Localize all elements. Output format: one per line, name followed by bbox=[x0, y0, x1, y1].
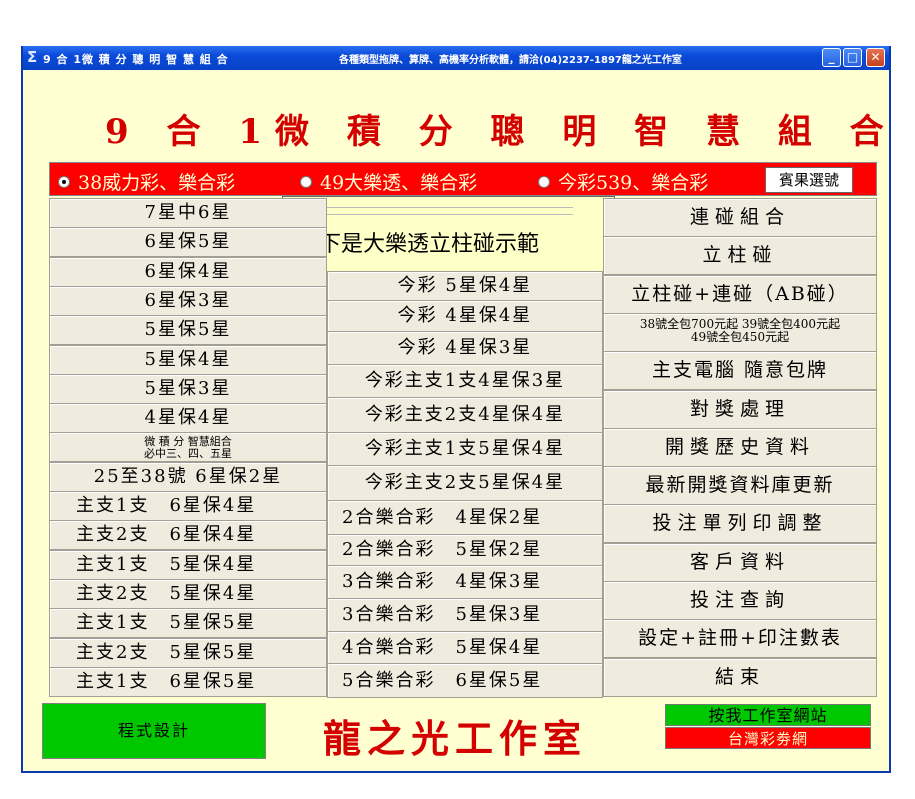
radio-38-power[interactable]: 38威力彩、樂合彩 bbox=[58, 168, 235, 194]
radio-label: 38威力彩、樂合彩 bbox=[78, 172, 236, 194]
maximize-icon: □ bbox=[846, 50, 859, 64]
app-window: Σ 9 合 1微 積 分 聰 明 智 慧 組 合 各種類型拖牌、算牌、高機率分析… bbox=[21, 46, 891, 773]
button-col1-2[interactable]: 6星保4星 bbox=[49, 257, 327, 287]
button-col1-3[interactable]: 6星保3星 bbox=[49, 286, 327, 316]
popup-text: 以下是大樂透立柱碰示範 bbox=[297, 232, 540, 257]
radio-539[interactable]: 今彩539、樂合彩 bbox=[538, 168, 708, 194]
program-design-button[interactable]: 程式設計 bbox=[42, 703, 266, 759]
demo-popup: 以下是大樂透立柱碰示範 bbox=[282, 196, 615, 275]
button-col3-6[interactable]: 開獎歷史資料 bbox=[603, 428, 877, 467]
radio-49-lotto[interactable]: 49大樂透、樂合彩 bbox=[300, 168, 477, 194]
button-col3-2[interactable]: 立柱碰+連碰（AB碰） bbox=[603, 275, 877, 314]
minimize-icon: _ bbox=[828, 50, 835, 64]
button-col1-7[interactable]: 4星保4星 bbox=[49, 403, 327, 433]
minimize-button[interactable]: _ bbox=[822, 48, 841, 67]
window-title: 9 合 1微 積 分 聰 明 智 慧 組 合 bbox=[43, 53, 229, 66]
result-select-button[interactable]: 賓果選號 bbox=[765, 167, 853, 193]
title-bar[interactable]: Σ 9 合 1微 積 分 聰 明 智 慧 組 合 各種類型拖牌、算牌、高機率分析… bbox=[23, 46, 889, 70]
button-col2-2[interactable]: 今彩 4星保3星 bbox=[327, 331, 603, 365]
button-col3-7[interactable]: 最新開獎資料庫更新 bbox=[603, 466, 877, 505]
button-col2-0[interactable]: 今彩 5星保4星 bbox=[327, 271, 603, 301]
lottery-type-bar: 38威力彩、樂合彩 49大樂透、樂合彩 今彩539、樂合彩 賓果選號 bbox=[49, 162, 877, 196]
button-col1-4[interactable]: 5星保5星 bbox=[49, 315, 327, 345]
button-col2-8[interactable]: 2合樂合彩 5星保2星 bbox=[327, 534, 603, 566]
studio-name: 龍之光工作室 bbox=[323, 716, 588, 761]
button-col2-7[interactable]: 2合樂合彩 4星保2星 bbox=[327, 500, 603, 535]
radio-icon bbox=[538, 176, 550, 188]
lottery-website-link[interactable]: 台灣彩劵網 bbox=[665, 727, 871, 749]
button-col1-5[interactable]: 5星保4星 bbox=[49, 345, 327, 375]
button-col3-3[interactable]: 38號全包700元起 39號全包400元起 49號全包450元起 bbox=[603, 313, 877, 352]
button-col1-13[interactable]: 主支2支 5星保4星 bbox=[49, 579, 327, 609]
button-col2-10[interactable]: 3合樂合彩 5星保3星 bbox=[327, 598, 603, 632]
button-col3-8[interactable]: 投注單列印調整 bbox=[603, 504, 877, 543]
radio-icon bbox=[300, 176, 312, 188]
radio-label: 49大樂透、樂合彩 bbox=[320, 172, 478, 194]
popup-decoration bbox=[323, 207, 573, 215]
button-col3-0[interactable]: 連碰組合 bbox=[603, 198, 877, 237]
maximize-button[interactable]: □ bbox=[843, 48, 862, 67]
button-col1-1[interactable]: 6星保5星 bbox=[49, 227, 327, 257]
button-col1-12[interactable]: 主支1支 5星保4星 bbox=[49, 550, 327, 580]
button-label-line: 49號全包450元起 bbox=[690, 330, 790, 344]
button-col2-3[interactable]: 今彩主支1支4星保3星 bbox=[327, 364, 603, 398]
button-col3-5[interactable]: 對獎處理 bbox=[603, 390, 877, 429]
button-col1-6[interactable]: 5星保3星 bbox=[49, 374, 327, 404]
button-col3-11[interactable]: 設定+註冊+印注數表 bbox=[603, 619, 877, 658]
button-col3-1[interactable]: 立柱碰 bbox=[603, 236, 877, 275]
button-col2-11[interactable]: 4合樂合彩 5星保4星 bbox=[327, 631, 603, 664]
button-col1-9[interactable]: 25至38號 6星保2星 bbox=[49, 462, 327, 492]
button-col2-4[interactable]: 今彩主支2支4星保4星 bbox=[327, 397, 603, 433]
button-col2-6[interactable]: 今彩主支2支5星保4星 bbox=[327, 465, 603, 501]
button-col1-15[interactable]: 主支2支 5星保5星 bbox=[49, 638, 327, 668]
sigma-icon: Σ bbox=[27, 48, 38, 66]
window-subtitle: 各種類型拖牌、算牌、高機率分析軟體，請洽(04)2237-1897龍之光工作室 bbox=[339, 55, 682, 66]
button-col1-8[interactable]: 微 積 分 智慧組合 必中三、四、五星 bbox=[49, 432, 327, 462]
radio-selected-icon bbox=[58, 176, 70, 188]
close-button[interactable]: ✕ bbox=[866, 48, 885, 67]
button-col1-14[interactable]: 主支1支 5星保5星 bbox=[49, 608, 327, 638]
close-icon: ✕ bbox=[870, 50, 881, 64]
button-col1-16[interactable]: 主支1支 6星保5星 bbox=[49, 667, 327, 697]
button-col3-4[interactable]: 主支電腦 隨意包牌 bbox=[603, 351, 877, 390]
button-col2-5[interactable]: 今彩主支1支5星保4星 bbox=[327, 432, 603, 466]
studio-website-button[interactable]: 按我工作室網站 bbox=[665, 704, 871, 726]
button-col3-12[interactable]: 結束 bbox=[603, 658, 877, 697]
button-label-line: 必中三、四、五星 bbox=[144, 447, 232, 460]
button-col2-1[interactable]: 今彩 4星保4星 bbox=[327, 300, 603, 332]
button-col3-9[interactable]: 客戶資料 bbox=[603, 543, 877, 582]
button-col1-11[interactable]: 主支2支 6星保4星 bbox=[49, 520, 327, 550]
page-title: 9 合 1微 積 分 聰 明 智 慧 組 合 bbox=[105, 112, 897, 152]
button-col3-10[interactable]: 投注查詢 bbox=[603, 581, 877, 620]
button-col2-9[interactable]: 3合樂合彩 4星保3星 bbox=[327, 565, 603, 599]
button-col1-10[interactable]: 主支1支 6星保4星 bbox=[49, 491, 327, 521]
radio-label: 今彩539、樂合彩 bbox=[558, 172, 709, 194]
button-col1-0[interactable]: 7星中6星 bbox=[49, 198, 327, 228]
button-col2-12[interactable]: 5合樂合彩 6星保5星 bbox=[327, 663, 603, 698]
